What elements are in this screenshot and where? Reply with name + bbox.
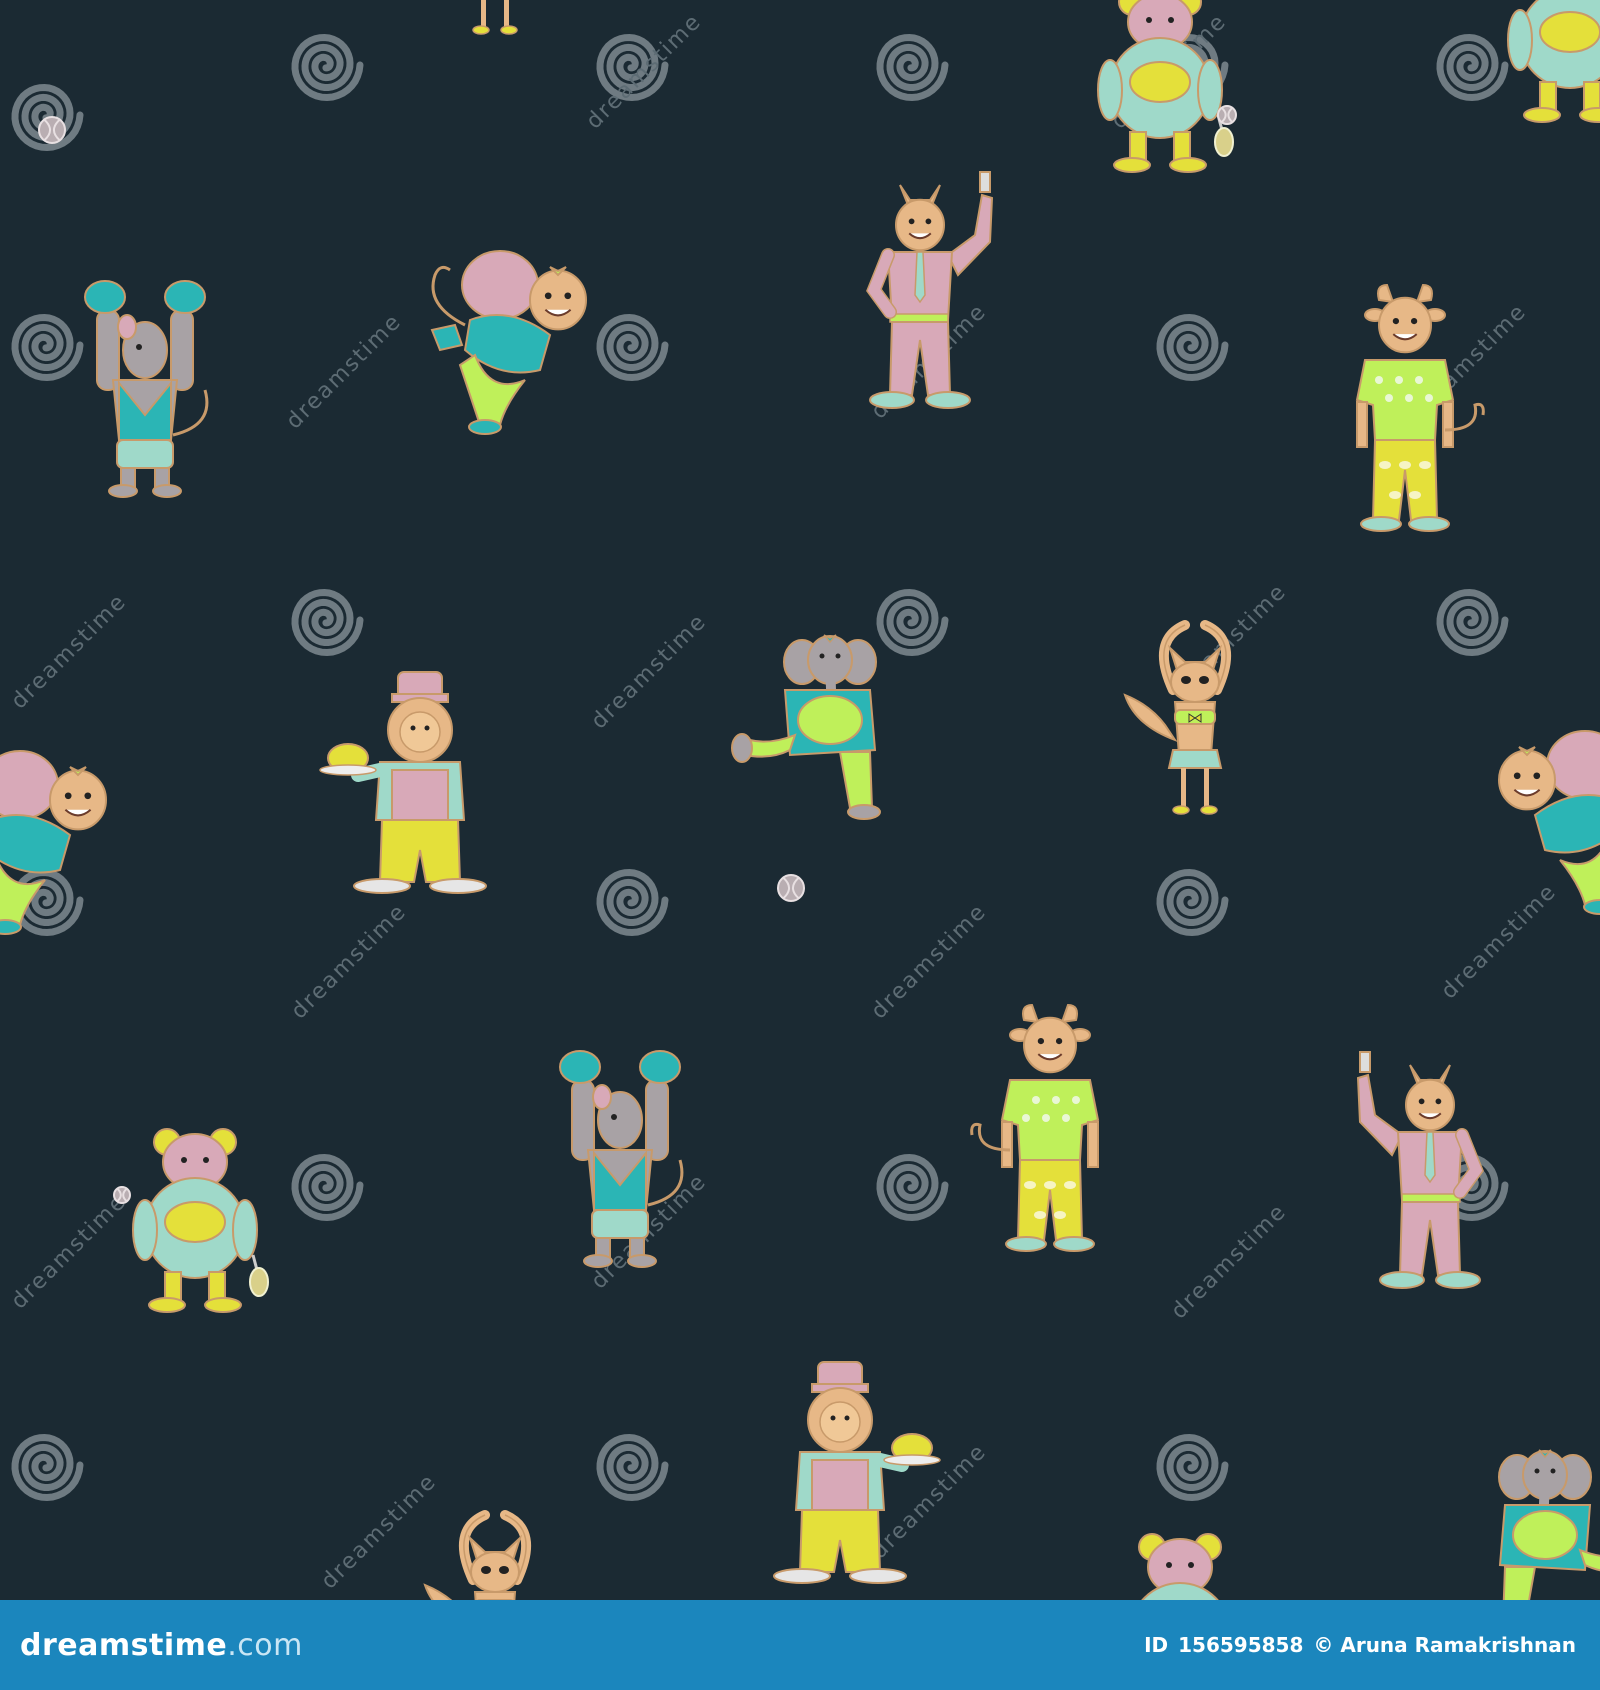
watermark-text: dreamstime — [867, 899, 992, 1024]
spiral-watermark-icon — [596, 1433, 669, 1502]
tennis-ball-icon — [113, 1186, 131, 1204]
cat-dancer-illustration — [423, 1510, 532, 1600]
watermark-text: dreamstime — [7, 589, 132, 714]
panda-tennis-player-illustration — [1138, 1533, 1222, 1600]
watermark-text: dreamstime — [317, 1469, 442, 1594]
spiral-watermark-icon — [1156, 868, 1229, 937]
watermark-text: dreamstime — [587, 609, 712, 734]
monkey-with-sack-illustration — [0, 750, 107, 935]
mouse-boxer-illustration — [84, 280, 209, 498]
image-credit: ID 156595858 © Aruna Ramakrishnan — [1144, 1633, 1576, 1657]
spiral-watermark-icon — [876, 588, 949, 657]
brand-main: dreamstime — [20, 1627, 228, 1663]
spiral-watermark-icon — [1156, 1433, 1229, 1502]
pattern-canvas: dreamstime dreamstime dreamstime dreamstime… — [0, 0, 1600, 1600]
panda-tennis-player-illustration — [132, 1128, 269, 1313]
spiral-watermark-icon — [11, 313, 84, 382]
spiral-watermark-icon — [1156, 313, 1229, 382]
elephant-footballer-illustration — [1498, 1449, 1600, 1600]
watermark-text: dreamstime — [1167, 1199, 1292, 1324]
copyright-text: © Aruna Ramakrishnan — [1313, 1633, 1576, 1657]
spiral-watermark-icon — [596, 868, 669, 937]
watermark-text: dreamstime — [1437, 879, 1562, 1004]
watermark-text: dreamstime — [282, 309, 407, 434]
cow-in-hawaiian-shirt-illustration — [970, 1003, 1100, 1252]
footer-bar: dreamstime .com ID 156595858 © Aruna Rama… — [0, 1600, 1600, 1690]
dreamstime-logo[interactable]: dreamstime .com — [20, 1628, 303, 1663]
monkey-with-sack-illustration — [430, 250, 587, 435]
spiral-watermark-icon — [11, 1433, 84, 1502]
spiral-watermark-icon — [876, 33, 949, 102]
watermark-text: dreamstime — [287, 899, 412, 1024]
panda-tennis-player-illustration — [1507, 0, 1600, 123]
brand-suffix: .com — [227, 1627, 303, 1663]
elephant-footballer-illustration — [731, 634, 881, 820]
spiral-watermark-icon — [291, 1153, 364, 1222]
spiral-watermark-icon — [596, 313, 669, 382]
id-value: 156595858 — [1178, 1633, 1304, 1657]
lion-chef-illustration — [773, 1361, 941, 1584]
lion-chef-illustration — [319, 671, 487, 894]
tennis-ball-icon — [777, 874, 805, 902]
pattern-art: dreamstime dreamstime dreamstime dreamstime… — [0, 0, 1600, 1600]
tennis-ball-icon — [1217, 105, 1237, 125]
cat-dancer-illustration — [472, 0, 518, 35]
spiral-watermark-icon — [291, 588, 364, 657]
cow-in-hawaiian-shirt-illustration — [1355, 283, 1485, 532]
spiral-watermark-icon — [1436, 33, 1509, 102]
spiral-watermark-icon — [876, 1153, 949, 1222]
donkey-policeman-illustration — [866, 171, 994, 409]
spiral-watermark-icon — [1436, 588, 1509, 657]
spiral-watermark-icon — [291, 33, 364, 102]
id-label: ID — [1144, 1633, 1169, 1657]
tennis-ball-icon — [38, 116, 66, 144]
watermark-text: dreamstime — [7, 1189, 132, 1314]
